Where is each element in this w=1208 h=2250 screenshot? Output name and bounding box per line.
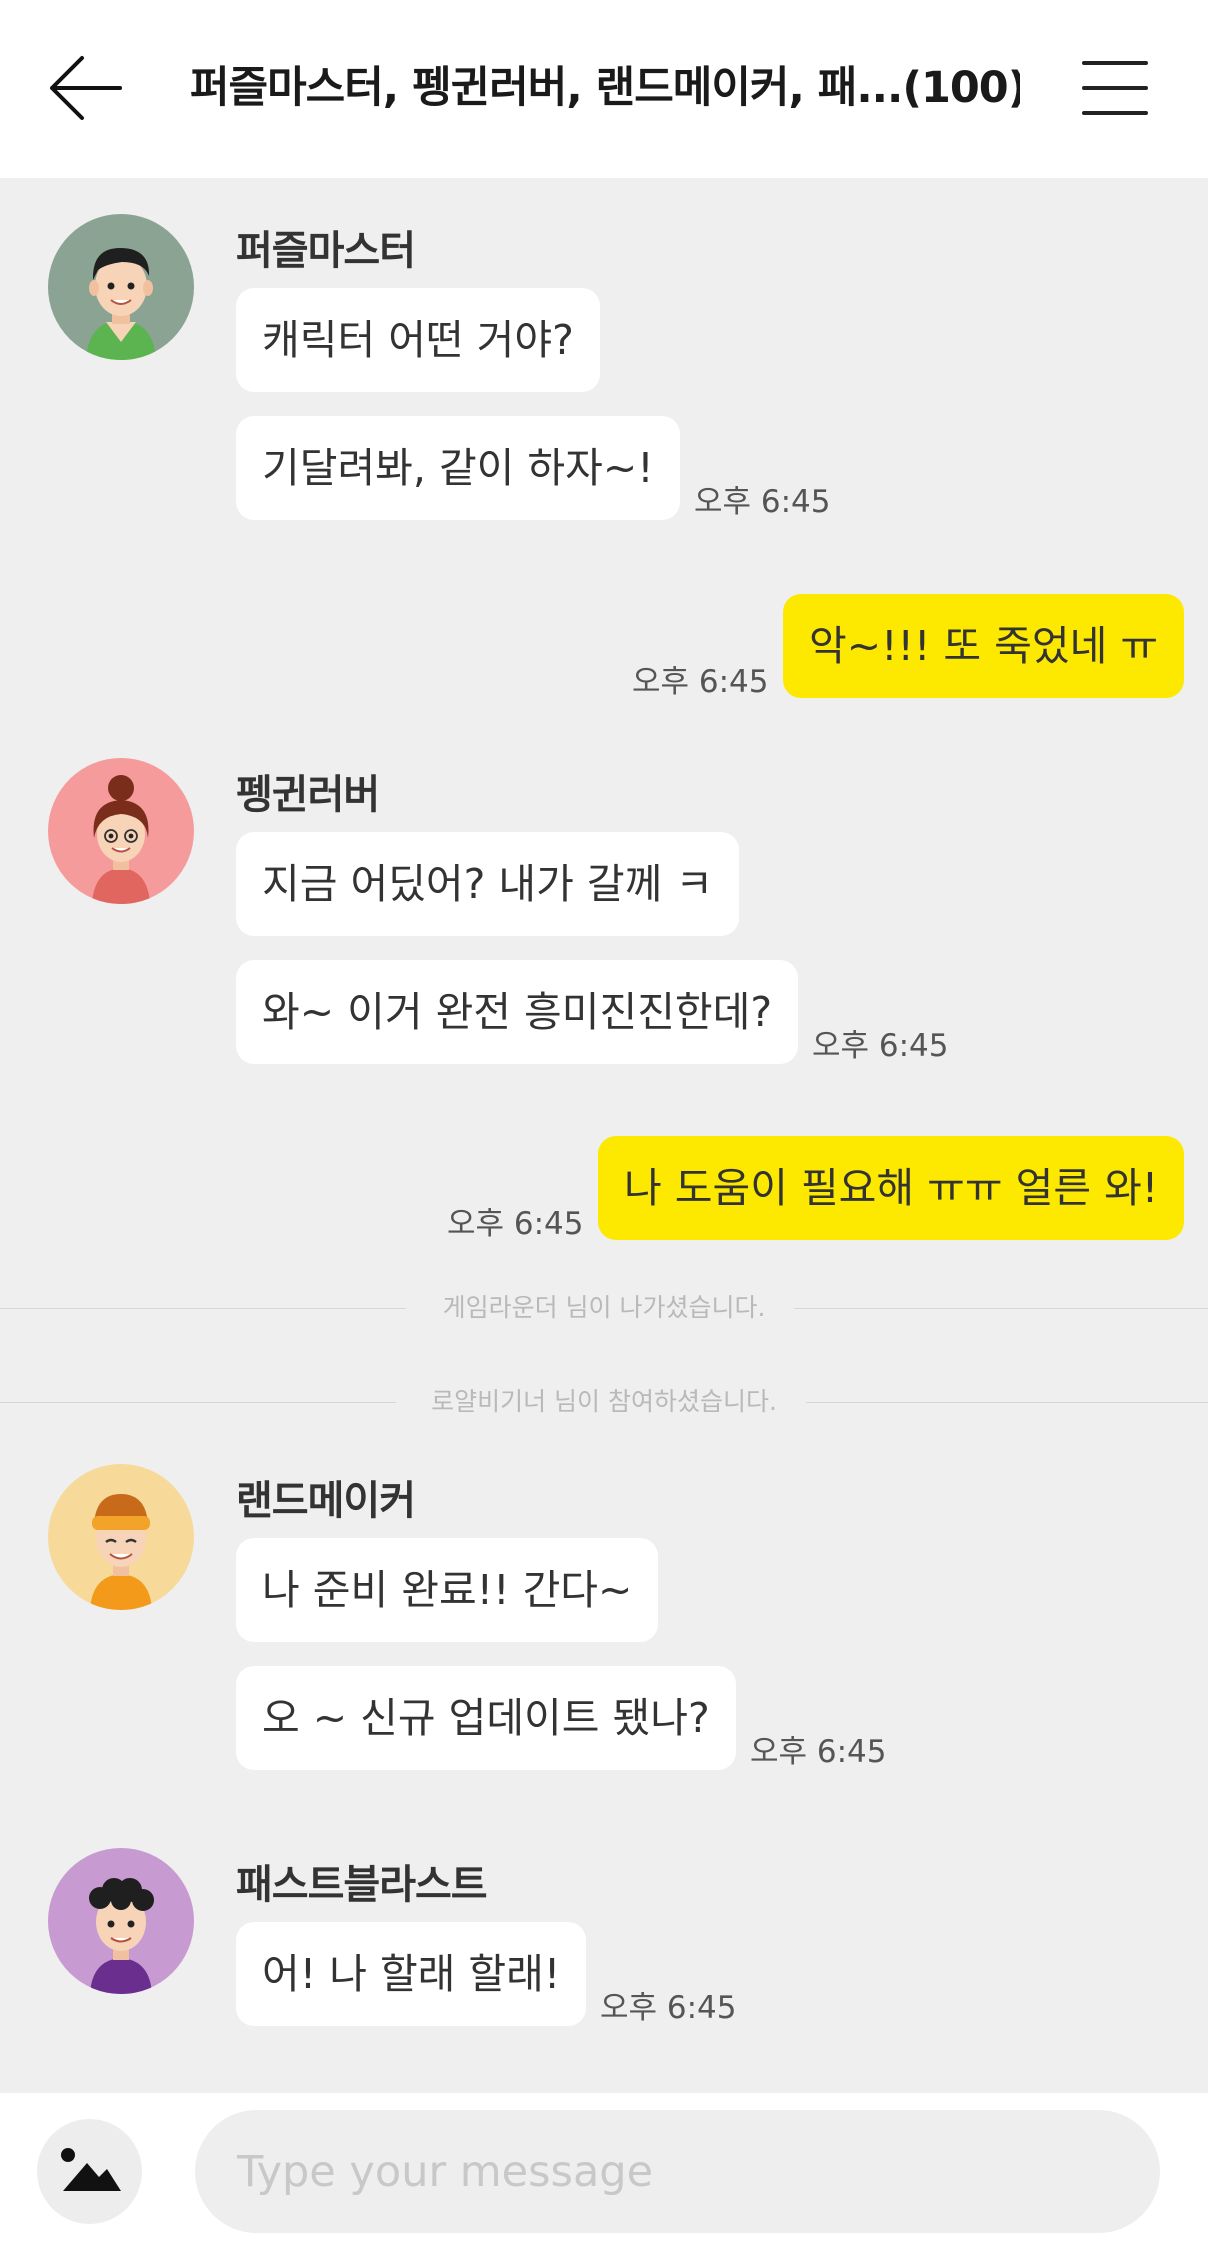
sender-name: 랜드메이커 <box>236 1478 416 1524</box>
arrow-left-icon <box>50 56 122 120</box>
avatar[interactable] <box>48 1464 194 1610</box>
message-bubble[interactable]: 오 ~ 신규 업데이트 됐나? <box>236 1666 736 1770</box>
image-attach-icon <box>61 2148 121 2191</box>
message-time: 오후 6:45 <box>750 1734 887 1770</box>
message-bubble-outgoing[interactable]: 악~!!! 또 죽었네 ㅠ <box>783 594 1185 698</box>
system-notice: 로얄비기너 님이 참여하셨습니다. <box>0 1382 1208 1422</box>
message-time: 오후 6:45 <box>632 664 769 700</box>
sender-name: 패스트블라스트 <box>236 1862 488 1908</box>
back-button[interactable] <box>46 52 126 124</box>
chat-title: 퍼즐마스터, 펭귄러버, 랜드메이커, 패...(100) <box>190 63 1020 113</box>
girl-bun-hair-avatar-icon <box>48 758 194 904</box>
message-time: 오후 6:45 <box>812 1028 949 1064</box>
message-bubble[interactable]: 지금 어딨어? 내가 갈께 ㅋ <box>236 832 740 936</box>
boy-headband-avatar-icon <box>48 1464 194 1610</box>
system-notice: 게임라운더 님이 나가셨습니다. <box>0 1288 1208 1328</box>
message-time: 오후 6:45 <box>447 1206 584 1242</box>
message-list[interactable]: 퍼즐마스터 캐릭터 어떤 거야? 기달려봐, 같이 하자~! 오후 6:45 오… <box>0 178 1208 2093</box>
message-composer <box>0 2093 1208 2250</box>
sender-name: 펭귄러버 <box>236 772 380 818</box>
message-bubble[interactable]: 나 준비 완료!! 간다~ <box>236 1538 659 1642</box>
message-time: 오후 6:45 <box>600 1990 737 2026</box>
message-bubble[interactable]: 와~ 이거 완전 흥미진진한데? <box>236 960 799 1064</box>
hamburger-menu-icon <box>1082 61 1148 65</box>
message-input[interactable] <box>195 2110 1160 2233</box>
boy-curly-hair-avatar-icon <box>48 1848 194 1994</box>
attach-image-button[interactable] <box>37 2119 142 2224</box>
menu-button[interactable] <box>1082 58 1152 118</box>
avatar[interactable] <box>48 758 194 904</box>
boy-green-shirt-avatar-icon <box>48 214 194 360</box>
avatar[interactable] <box>48 214 194 360</box>
message-bubble-outgoing[interactable]: 나 도움이 필요해 ㅠㅠ 얼른 와! <box>598 1136 1185 1240</box>
message-time: 오후 6:45 <box>694 484 831 520</box>
chat-header: 퍼즐마스터, 펭귄러버, 랜드메이커, 패...(100) <box>0 0 1208 178</box>
avatar[interactable] <box>48 1848 194 1994</box>
message-bubble[interactable]: 캐릭터 어떤 거야? <box>236 288 600 392</box>
sender-name: 퍼즐마스터 <box>236 228 416 274</box>
message-bubble[interactable]: 어! 나 할래 할래! <box>236 1922 587 2026</box>
message-bubble[interactable]: 기달려봐, 같이 하자~! <box>236 416 680 520</box>
